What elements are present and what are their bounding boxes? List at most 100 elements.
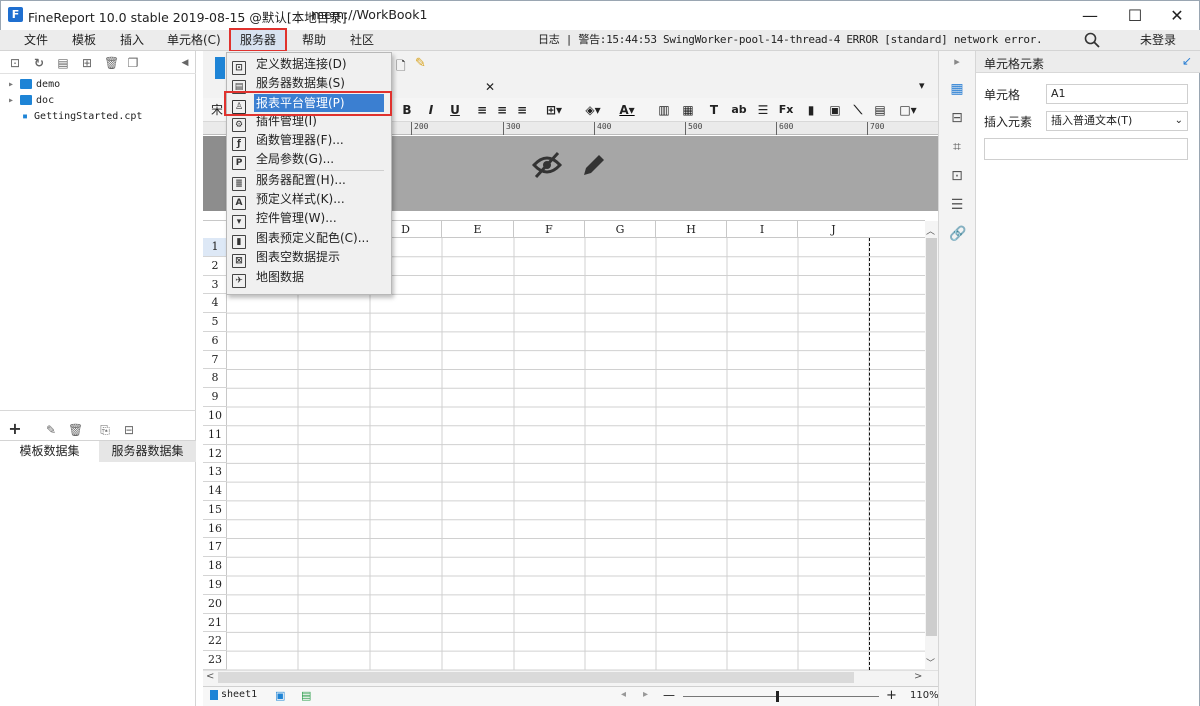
maximize-button[interactable]: ☐ [1112, 0, 1158, 30]
column-header[interactable]: F [514, 221, 585, 238]
zoom-slider-thumb[interactable] [776, 691, 779, 702]
minimize-button[interactable]: — [1067, 0, 1113, 30]
insert-chart-icon[interactable]: ▮ [803, 102, 819, 118]
cell-element-icon[interactable]: ▦ [949, 81, 965, 97]
row-header[interactable]: 1 [203, 238, 227, 257]
italic-button[interactable]: I [425, 102, 437, 118]
row-header[interactable]: 10 [203, 407, 227, 426]
expand-arrow-icon[interactable]: ▸ [8, 79, 14, 90]
row-header[interactable]: 12 [203, 445, 227, 464]
align-right-icon[interactable]: ≡ [515, 102, 529, 118]
row-header[interactable]: 21 [203, 614, 227, 633]
row-header[interactable]: 9 [203, 388, 227, 407]
menu-item-widget-manager[interactable]: ▾ 控件管理(W)... [232, 209, 388, 229]
expand-right-icon[interactable]: ▸ [949, 54, 965, 70]
column-header[interactable]: I [727, 221, 798, 238]
align-center-icon[interactable]: ≡ [495, 102, 509, 118]
panel-splitter[interactable] [0, 410, 196, 420]
toolbar-file-icon[interactable]: 🗋 [396, 57, 406, 78]
row-header[interactable]: 17 [203, 538, 227, 558]
hyperlink-icon[interactable]: 🔗 [949, 226, 966, 242]
menu-item-global-param[interactable]: P 全局参数(G)... [232, 150, 388, 170]
menu-cell[interactable]: 单元格(C) [167, 30, 221, 51]
tab-template-dataset[interactable]: 模板数据集 [0, 441, 99, 462]
zoom-out-button[interactable]: — [663, 688, 675, 702]
row-header[interactable]: 14 [203, 482, 227, 501]
login-button[interactable]: 未登录 [1140, 31, 1176, 48]
insert-element-select[interactable]: 插入普通文本(T) ⌄ [1046, 111, 1188, 131]
row-header[interactable]: 7 [203, 351, 227, 370]
copy-icon[interactable]: ❐ [126, 56, 140, 70]
menu-help[interactable]: 帮助 [302, 30, 326, 51]
log-status[interactable]: 日志 | 警告:15:44:53 SwingWorker-pool-14-thr… [538, 31, 1043, 47]
row-header[interactable]: 5 [203, 313, 227, 332]
split-cells-icon[interactable]: ▦ [681, 102, 695, 118]
delete-dataset-icon[interactable]: 🗑 [68, 423, 83, 437]
row-header[interactable]: 22 [203, 632, 227, 652]
sheet-next-icon[interactable]: ▸ [643, 689, 648, 700]
insert-text-icon[interactable]: T [707, 102, 721, 118]
menu-item-chart-color[interactable]: ▮ 图表预定义配色(C)... [232, 229, 388, 249]
add-polyblock-sheet-icon[interactable]: ▤ [301, 689, 311, 702]
row-header[interactable]: 13 [203, 463, 227, 483]
expand-arrow-icon[interactable]: ▸ [8, 95, 14, 106]
cell-attribute-icon[interactable]: ⊟ [949, 110, 965, 126]
edit-dataset-icon[interactable]: ✎ [44, 423, 58, 437]
menu-insert[interactable]: 插入 [120, 30, 144, 51]
zoom-in-button[interactable]: + [886, 688, 897, 703]
menu-item-function-manager[interactable]: ƒ 函数管理器(F)... [232, 131, 388, 151]
fill-color-icon[interactable]: ◈▾ [581, 102, 605, 118]
cell-input[interactable]: A1 [1046, 84, 1188, 104]
cell-content-input[interactable] [984, 138, 1188, 160]
row-header[interactable]: 20 [203, 595, 227, 614]
refresh-icon[interactable]: ↻ [32, 56, 46, 70]
row-header[interactable]: 8 [203, 369, 227, 389]
row-header[interactable]: 2 [203, 257, 227, 276]
row-header[interactable]: 15 [203, 501, 227, 520]
vertical-scroll-thumb[interactable] [926, 238, 937, 636]
column-header[interactable]: H [656, 221, 727, 238]
row-header[interactable]: 18 [203, 557, 227, 577]
sub-report-icon[interactable]: ▤ [873, 102, 887, 118]
open-icon[interactable]: ▤ [56, 56, 70, 70]
scroll-down-icon[interactable]: ﹀ [926, 656, 935, 669]
menu-template[interactable]: 模板 [72, 30, 96, 51]
column-header[interactable]: J [798, 221, 869, 238]
column-header[interactable]: E [442, 221, 514, 238]
tree-item-gettingstarted[interactable]: ▪ GettingStarted.cpt [22, 109, 142, 125]
close-tab-icon[interactable]: ✕ [485, 80, 495, 94]
sheet-prev-icon[interactable]: ◂ [621, 689, 626, 700]
richtext-icon[interactable]: ☰ [755, 102, 771, 118]
font-color-icon[interactable]: A▾ [615, 102, 639, 118]
preview-dataset-icon[interactable]: ⎘ [98, 423, 112, 437]
row-header[interactable]: 11 [203, 426, 227, 445]
align-left-icon[interactable]: ≡ [475, 102, 489, 118]
row-header[interactable]: 3 [203, 276, 227, 295]
horizontal-scroll-thumb[interactable] [218, 672, 854, 683]
edit-icon[interactable] [580, 151, 608, 179]
tab-server-dataset[interactable]: 服务器数据集 [99, 441, 196, 462]
more-tools-icon[interactable]: □▾ [897, 102, 919, 118]
scroll-left-icon[interactable]: < [206, 671, 214, 682]
add-dataset-icon[interactable]: + [8, 421, 22, 437]
bold-button[interactable]: B [401, 102, 413, 118]
row-header[interactable]: 19 [203, 576, 227, 595]
menu-item-map-data[interactable]: ✈ 地图数据 [232, 268, 388, 288]
format-painter-icon[interactable]: ✎ [415, 56, 426, 71]
menu-item-predefined-style[interactable]: A 预定义样式(K)... [232, 190, 388, 210]
hide-icon[interactable] [532, 151, 562, 179]
close-button[interactable]: ✕ [1154, 0, 1200, 30]
menu-file[interactable]: 文件 [24, 30, 48, 51]
dataset-param-icon[interactable]: ⊟ [122, 423, 136, 437]
menu-community[interactable]: 社区 [350, 30, 374, 51]
new-folder-icon[interactable]: ⊡ [8, 56, 22, 70]
slash-cell-icon[interactable]: ⟍ [851, 102, 865, 118]
collapse-left-icon[interactable]: ◀ [178, 56, 192, 70]
condition-attribute-icon[interactable]: ☰ [949, 197, 965, 213]
menu-item-server-config[interactable]: ≣ 服务器配置(H)... [232, 171, 388, 191]
tab-menu-icon[interactable]: ▾ [919, 79, 925, 92]
widget-setting-icon[interactable]: ⊡ [949, 168, 965, 184]
row-header[interactable]: 4 [203, 294, 227, 314]
row-header[interactable]: 6 [203, 332, 227, 351]
scroll-up-icon[interactable]: ︿ [926, 224, 935, 237]
